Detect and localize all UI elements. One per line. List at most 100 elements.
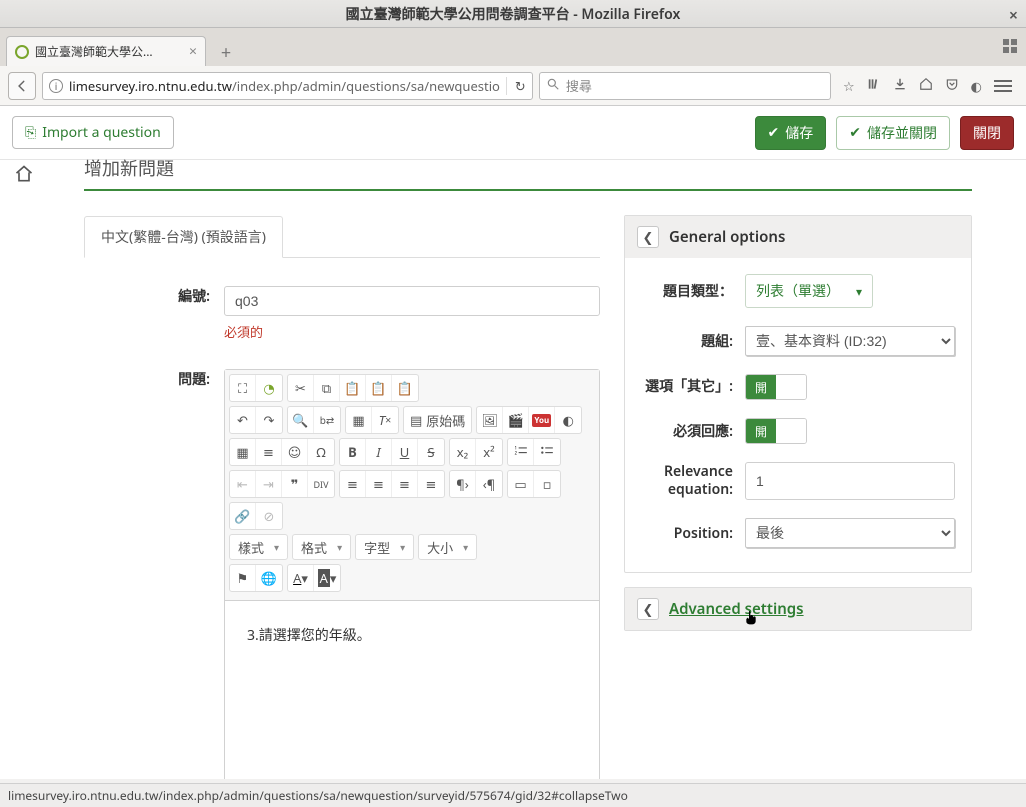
advanced-settings-link[interactable]: Advanced settings <box>669 599 804 619</box>
paste-word-icon[interactable]: 📋 <box>392 375 418 401</box>
reload-icon[interactable]: ↻ <box>506 77 526 95</box>
font-select[interactable]: 字型▾ <box>355 534 414 560</box>
url-bar[interactable]: i limesurvey.iro.ntnu.edu.tw/index.php/a… <box>42 72 533 100</box>
div-icon[interactable]: DIV <box>308 471 334 497</box>
position-label: Position: <box>641 524 745 543</box>
table-icon[interactable]: ▦ <box>230 439 256 465</box>
group-select[interactable]: 壹、基本資料 (ID:32) <box>745 326 955 356</box>
lime-icon[interactable]: ◔ <box>256 375 282 401</box>
bgcolor-icon[interactable]: A ▾ <box>314 565 340 591</box>
general-options-header[interactable]: ❮ General options <box>625 216 971 258</box>
advanced-settings-panel: ❮ Advanced settings <box>624 587 972 631</box>
save-close-button[interactable]: ✔ 儲存並關閉 <box>836 116 950 150</box>
newpage-icon[interactable]: ▫ <box>534 471 560 497</box>
svg-text:2: 2 <box>514 451 517 456</box>
maximize-icon[interactable]: ⛶ <box>230 375 256 401</box>
indent-icon[interactable]: ⇥ <box>256 471 282 497</box>
strike-icon[interactable]: S <box>418 439 444 465</box>
question-text: 3.請選擇您的年級。 <box>247 626 371 645</box>
tab-close-icon[interactable]: × <box>189 42 197 61</box>
replace-icon[interactable]: b⇄ <box>314 407 340 433</box>
cut-icon[interactable]: ✂ <box>288 375 314 401</box>
paste-text-icon[interactable]: 📋 <box>366 375 392 401</box>
globe-icon[interactable]: 🌐 <box>256 565 282 591</box>
info-icon[interactable]: i <box>49 79 63 93</box>
superscript-icon[interactable]: x² <box>476 439 502 465</box>
new-tab-button[interactable]: + <box>212 40 240 66</box>
nav-back-button[interactable] <box>8 72 36 100</box>
bookmark-icon[interactable]: ☆ <box>843 77 855 95</box>
library-icon[interactable] <box>867 77 881 95</box>
iframe-icon[interactable]: ◐ <box>555 407 581 433</box>
bold-icon[interactable]: B <box>340 439 366 465</box>
align-left-icon[interactable]: ≡ <box>340 471 366 497</box>
night-icon[interactable]: ◐ <box>971 77 982 95</box>
styles-select[interactable]: 樣式▾ <box>229 534 288 560</box>
editor-toolbar: ⛶◔ ✂⧉📋📋📋 ↶↷ 🔍b⇄ ▦T× ▤原始碼 🖼🎬You◐ <box>225 370 599 601</box>
action-bar: ⎘ Import a question ✔ 儲存 ✔ 儲存並關閉 關閉 <box>0 106 1026 160</box>
save-label: 儲存 <box>785 123 813 143</box>
align-justify-icon[interactable]: ≡ <box>418 471 444 497</box>
hr-icon[interactable]: ≡ <box>256 439 282 465</box>
textcolor-icon[interactable]: A ▾ <box>288 565 314 591</box>
other-toggle[interactable]: 開 <box>745 374 807 400</box>
underline-icon[interactable]: U <box>392 439 418 465</box>
pocket-icon[interactable] <box>945 77 959 95</box>
window-title: 國立臺灣師範大學公用問卷調查平台 - Mozilla Firefox <box>346 4 681 24</box>
paste-icon[interactable]: 📋 <box>340 375 366 401</box>
home-icon[interactable] <box>919 77 933 95</box>
link-icon[interactable]: 🔗 <box>230 503 256 529</box>
download-icon[interactable] <box>893 77 907 95</box>
browser-tab[interactable]: 國立臺灣師範大學公... × <box>6 36 206 66</box>
youtube-icon[interactable]: You <box>529 407 555 433</box>
unlink-icon[interactable]: ⊘ <box>256 503 282 529</box>
status-bar: limesurvey.iro.ntnu.edu.tw/index.php/adm… <box>0 783 1026 807</box>
flash-icon[interactable]: 🎬 <box>503 407 529 433</box>
chevron-left-icon[interactable]: ❮ <box>637 226 659 248</box>
menu-icon[interactable] <box>994 80 1012 92</box>
code-input[interactable] <box>224 286 600 316</box>
selectall-icon[interactable]: ▦ <box>346 407 372 433</box>
source-icon[interactable]: ▤原始碼 <box>404 407 471 433</box>
window-close-icon[interactable]: × <box>1009 4 1018 26</box>
advanced-settings-header[interactable]: ❮ Advanced settings <box>625 588 971 630</box>
import-question-button[interactable]: ⎘ Import a question <box>12 116 174 149</box>
blockquote-icon[interactable]: ❞ <box>282 471 308 497</box>
emoji-icon[interactable]: ☺ <box>282 439 308 465</box>
specialchar-icon[interactable]: Ω <box>308 439 334 465</box>
mandatory-toggle[interactable]: 開 <box>745 418 807 444</box>
toggle-on-label: 開 <box>746 419 776 443</box>
editor-body[interactable]: 3.請選擇您的年級。 <box>225 601 599 779</box>
size-select[interactable]: 大小▾ <box>418 534 477 560</box>
align-right-icon[interactable]: ≡ <box>392 471 418 497</box>
position-select[interactable]: 最後 <box>745 518 955 548</box>
numlist-icon[interactable]: 12 <box>508 439 534 465</box>
subscript-icon[interactable]: x₂ <box>450 439 476 465</box>
image-icon[interactable]: 🖼 <box>477 407 503 433</box>
outdent-icon[interactable]: ⇤ <box>230 471 256 497</box>
ltr-icon[interactable]: ¶› <box>450 471 476 497</box>
code-label: 編號: <box>84 286 224 341</box>
close-button[interactable]: 關閉 <box>960 116 1014 150</box>
question-type-select[interactable]: 列表（單選） ▾ <box>745 274 873 308</box>
rtl-icon[interactable]: ‹¶ <box>476 471 502 497</box>
anchor-icon[interactable]: ⚑ <box>230 565 256 591</box>
search-icon <box>546 77 560 95</box>
copy-icon[interactable]: ⧉ <box>314 375 340 401</box>
tab-overflow-icon[interactable] <box>1002 38 1018 54</box>
home-rail-icon[interactable] <box>14 160 34 188</box>
undo-icon[interactable]: ↶ <box>230 407 256 433</box>
chevron-left-icon[interactable]: ❮ <box>637 598 659 620</box>
search-bar[interactable]: 搜尋 <box>539 72 831 100</box>
relevance-input[interactable] <box>745 462 955 500</box>
find-icon[interactable]: 🔍 <box>288 407 314 433</box>
align-center-icon[interactable]: ≡ <box>366 471 392 497</box>
removefmt-icon[interactable]: T× <box>372 407 398 433</box>
bullist-icon[interactable] <box>534 439 560 465</box>
templates-icon[interactable]: ▭ <box>508 471 534 497</box>
save-button[interactable]: ✔ 儲存 <box>755 116 827 150</box>
language-tab[interactable]: 中文(繁體-台灣) (預設語言) <box>84 216 283 258</box>
format-select[interactable]: 格式▾ <box>292 534 351 560</box>
redo-icon[interactable]: ↷ <box>256 407 282 433</box>
italic-icon[interactable]: I <box>366 439 392 465</box>
